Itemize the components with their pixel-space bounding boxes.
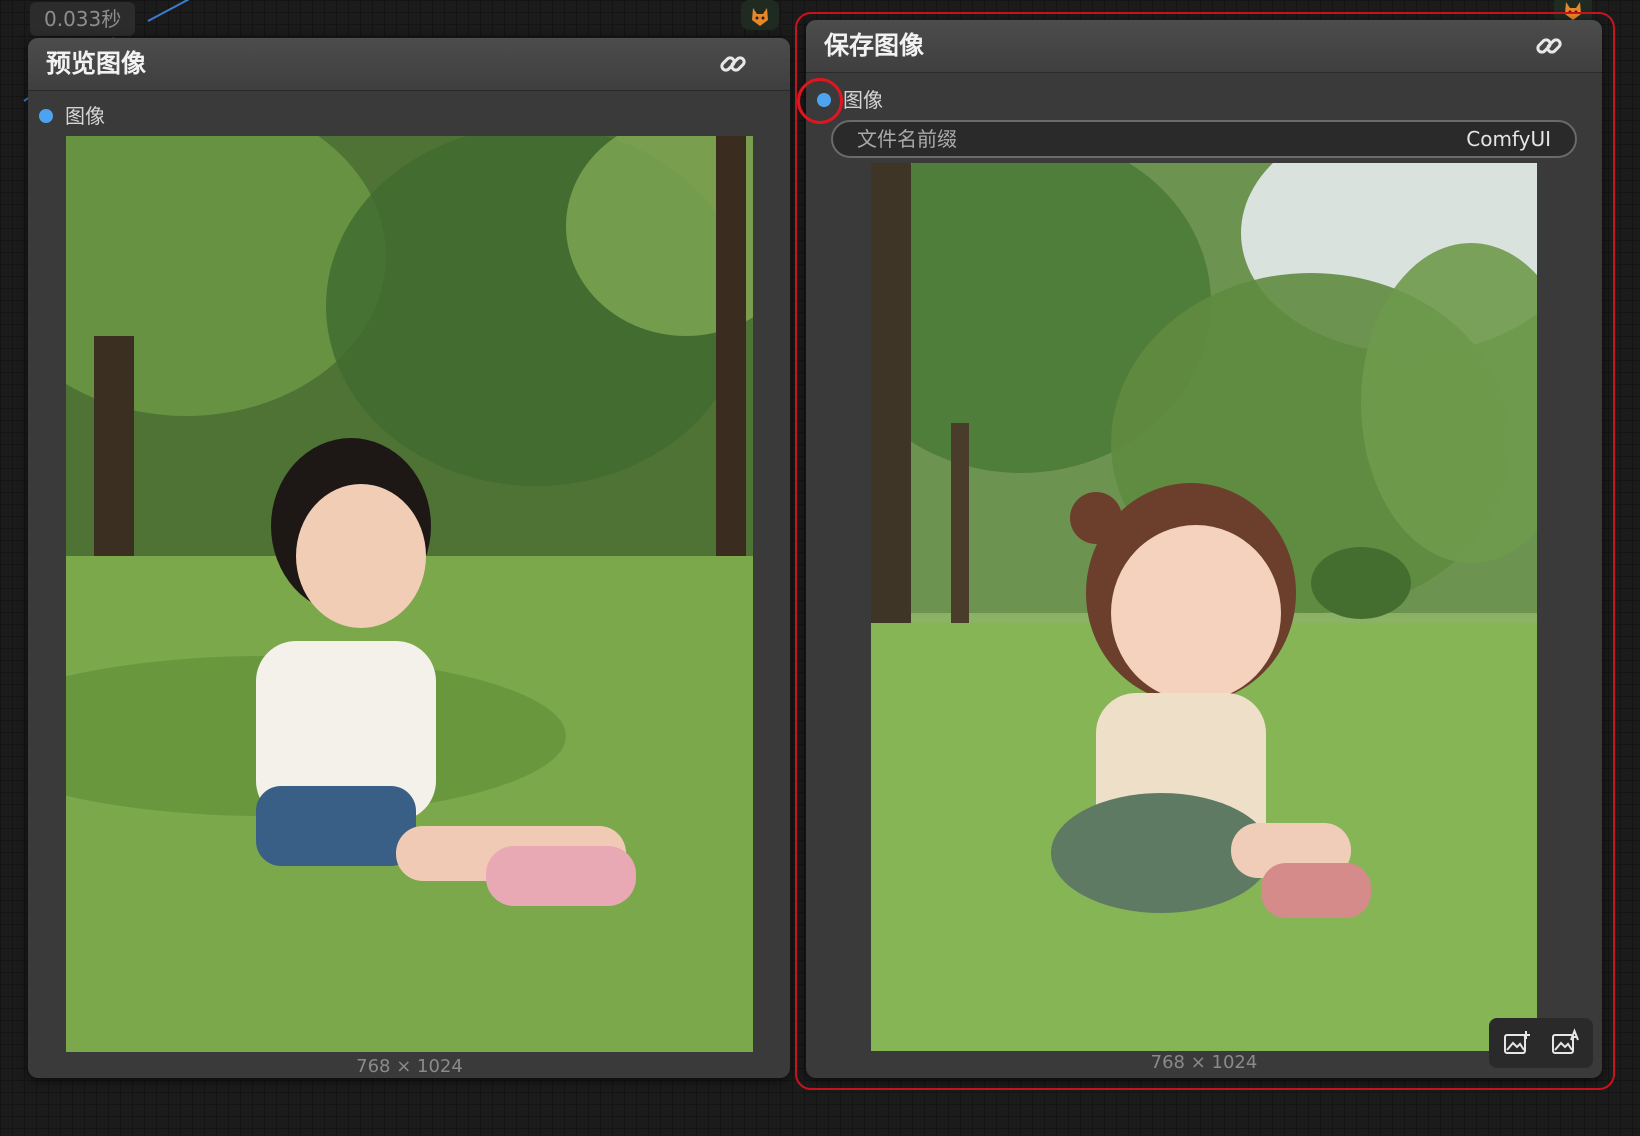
slot-highlight-circle bbox=[797, 78, 843, 124]
filename-prefix-widget[interactable]: 文件名前缀 ComfyUI bbox=[831, 120, 1577, 158]
workflow-canvas[interactable]: 0.033秒 预览图像 图像 768 × 1024 保存图像 图像 文件名前缀 … bbox=[0, 0, 1640, 1136]
slot-label: 图像 bbox=[843, 88, 883, 112]
widget-label: 文件名前缀 bbox=[857, 127, 957, 151]
link-icon[interactable] bbox=[718, 49, 748, 79]
image-text-icon bbox=[1552, 1028, 1579, 1054]
widget-value: ComfyUI bbox=[1466, 127, 1551, 151]
fox-badge-icon bbox=[741, 0, 779, 30]
preview-image[interactable] bbox=[66, 136, 753, 1052]
execution-time-text: 0.033秒 bbox=[44, 7, 122, 31]
node-title: 预览图像 bbox=[46, 49, 147, 78]
preview-image-node[interactable]: 预览图像 图像 768 × 1024 bbox=[28, 38, 790, 1078]
image-text-button[interactable] bbox=[1541, 1021, 1589, 1065]
execution-time-badge: 0.033秒 bbox=[30, 2, 136, 36]
node-title-bar[interactable]: 保存图像 bbox=[806, 20, 1602, 73]
save-image-node[interactable]: 保存图像 图像 文件名前缀 ComfyUI 768 × 1024 bbox=[806, 20, 1602, 1078]
image-toolbar bbox=[1489, 1018, 1593, 1068]
add-image-icon bbox=[1504, 1031, 1530, 1054]
slot-label: 图像 bbox=[65, 104, 105, 128]
saved-image[interactable] bbox=[871, 163, 1537, 1051]
link-icon[interactable] bbox=[1534, 31, 1564, 61]
slot-connector-dot[interactable] bbox=[39, 109, 53, 123]
connection-wire bbox=[147, 0, 190, 22]
image-dimensions: 768 × 1024 bbox=[1150, 1052, 1258, 1073]
add-image-button[interactable] bbox=[1493, 1021, 1541, 1065]
input-slot-image[interactable]: 图像 bbox=[39, 101, 239, 131]
image-dimensions: 768 × 1024 bbox=[356, 1056, 463, 1077]
node-title: 保存图像 bbox=[824, 31, 925, 60]
input-slot-image[interactable]: 图像 bbox=[817, 85, 1017, 115]
node-title-bar[interactable]: 预览图像 bbox=[28, 38, 790, 91]
